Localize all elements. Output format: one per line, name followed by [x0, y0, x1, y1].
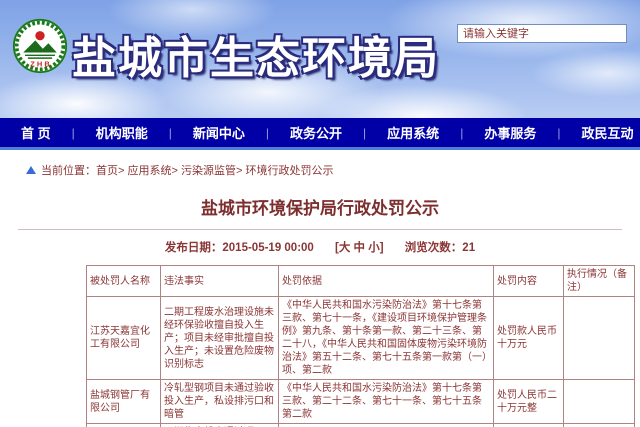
table-cell: 《中华人民共和国水污染防治法》第十七条第三款、第二十二条、第七十一条、第七十五条… — [279, 380, 494, 424]
environment-bureau-logo-icon: Z H B — [12, 18, 68, 74]
breadcrumb-item[interactable]: 环境行政处罚公示 — [245, 165, 333, 177]
breadcrumb-item[interactable]: 应用系统 — [127, 165, 171, 177]
table-cell: 处罚款人民币十万元 — [494, 297, 564, 380]
site-title: 盐城市生态环境局 — [72, 22, 440, 86]
article-meta: 发布日期：2015-05-19 00:00 [大 中 小] 浏览次数：21 — [0, 239, 640, 255]
table-cell — [564, 297, 635, 380]
table-cell: 《中华人民共和国水污染防治法》第十七条、第七十一条 — [279, 424, 494, 427]
nav-item[interactable]: 政务公开 — [269, 123, 363, 142]
nav-item[interactable]: 应用系统 — [366, 123, 460, 142]
table-header-cell: 处罚内容 — [494, 266, 564, 297]
location-icon — [26, 166, 36, 174]
nav-item[interactable]: 办事服务 — [463, 123, 557, 142]
breadcrumb-label: 当前位置： — [41, 162, 96, 178]
table-cell — [564, 424, 635, 427]
penalty-table-body: 江苏天嘉宜化工有限公司二期工程废水治理设施未经环保验收擅自投入生产；项目未经审批… — [87, 297, 635, 427]
nav-item[interactable]: 机构职能 — [75, 123, 169, 142]
breadcrumb-item[interactable]: 首页 — [96, 165, 118, 177]
svg-text:Z H B: Z H B — [30, 60, 50, 69]
search-input[interactable] — [457, 24, 627, 43]
view-count: 浏览次数：21 — [405, 242, 475, 254]
table-cell: 盐城钢管厂有限公司 — [87, 380, 161, 424]
breadcrumb-links: 首页> 应用系统> 污染源监管> 环境行政处罚公示 — [96, 162, 333, 178]
table-header-cell: 被处罚人名称 — [87, 266, 161, 297]
font-size-switch[interactable]: [大 中 小] — [335, 242, 384, 254]
table-row: 盐城钢管厂有限公司冷轧型钢项目未通过验收投入生产，私设排污口和暗管《中华人民共和… — [87, 380, 635, 424]
table-cell: 冷轧型钢项目未通过验收投入生产，私设排污口和暗管 — [161, 380, 279, 424]
table-cell: 江苏天嘉宜化工有限公司 — [87, 297, 161, 380]
table-cell: 二期工程废水治理设施未经环保验收擅自投入生产；项目未经审批擅自投入生产；未设置危… — [161, 297, 279, 380]
table-header-cell: 执行情况（备注） — [564, 266, 635, 297]
nav-item[interactable]: 首 页 — [0, 123, 72, 142]
table-cell: 大丰跃龙化学有限公司 — [87, 424, 161, 427]
table-header-row: 被处罚人名称违法事实处罚依据处罚内容执行情况（备注） — [87, 266, 635, 297]
table-row: 大丰跃龙化学有限公司二期生产线未通过环保“三同时”验收擅自投入生产《中华人民共和… — [87, 424, 635, 427]
table-cell: 处罚款人民币五万元 — [494, 424, 564, 427]
nav-item[interactable]: 新闻中心 — [172, 123, 266, 142]
table-row: 江苏天嘉宜化工有限公司二期工程废水治理设施未经环保验收擅自投入生产；项目未经审批… — [87, 297, 635, 380]
table-header-cell: 处罚依据 — [279, 266, 494, 297]
breadcrumb: 当前位置： 首页> 应用系统> 污染源监管> 环境行政处罚公示 — [26, 162, 640, 178]
penalty-table: 被处罚人名称违法事实处罚依据处罚内容执行情况（备注） 江苏天嘉宜化工有限公司二期… — [86, 265, 635, 427]
site-banner: Z H B 盐城市生态环境局 — [0, 0, 640, 118]
table-cell: 《中华人民共和国水污染防治法》第十七条第三款、第七十一条，《建设项目环境保护管理… — [279, 297, 494, 380]
title-divider — [18, 229, 622, 230]
table-header-cell: 违法事实 — [161, 266, 279, 297]
nav-item[interactable]: 政民互动 — [560, 123, 640, 142]
publish-date: 发布日期：2015-05-19 00:00 — [165, 242, 314, 254]
breadcrumb-item[interactable]: 污染源监管 — [181, 165, 236, 177]
main-nav-items: 首 页|机构职能|新闻中心|政务公开|应用系统|办事服务|政民互动 — [0, 118, 640, 147]
table-cell — [564, 380, 635, 424]
table-cell: 二期生产线未通过环保“三同时”验收擅自投入生产 — [161, 424, 279, 427]
table-cell: 处罚人民币二十万元整 — [494, 380, 564, 424]
main-nav: 首 页|机构职能|新闻中心|政务公开|应用系统|办事服务|政民互动 — [0, 118, 640, 150]
page-title: 盐城市环境保护局行政处罚公示 — [0, 194, 640, 219]
